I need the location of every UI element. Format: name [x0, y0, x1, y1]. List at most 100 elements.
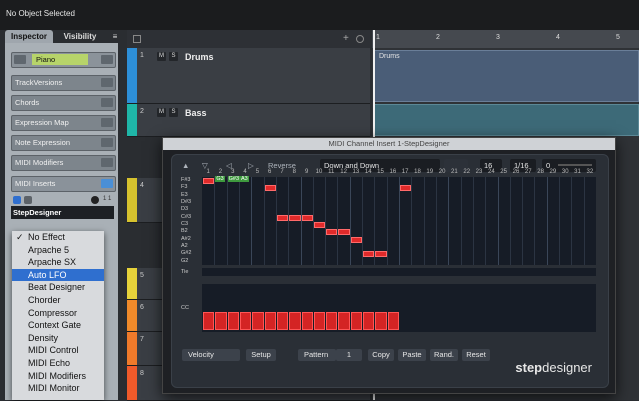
cc-bar[interactable]	[289, 311, 301, 330]
cc-bar[interactable]	[264, 311, 276, 330]
menu-item-no-effect[interactable]: ✓ No Effect	[12, 231, 104, 244]
menu-item-compressor[interactable]: Compressor	[12, 307, 104, 320]
edit-instrument-icon[interactable]	[101, 55, 113, 64]
midi-part-bass[interactable]	[374, 104, 639, 136]
controller-select[interactable]: Velocity	[182, 349, 240, 361]
cc-bar[interactable]	[276, 311, 289, 330]
paste-button[interactable]: Paste	[398, 349, 426, 361]
instrument-field[interactable]: Piano	[32, 54, 88, 65]
mute-button[interactable]: M	[157, 108, 166, 117]
section-icon[interactable]	[101, 98, 113, 107]
track-name[interactable]: Bass	[185, 108, 207, 118]
menu-item-midi-monitor[interactable]: MIDI Monitor	[12, 382, 104, 395]
cc-bar[interactable]	[239, 311, 252, 330]
note-step[interactable]	[203, 178, 215, 184]
menu-item-midi-echo[interactable]: MIDI Echo	[12, 357, 104, 370]
instrument-row[interactable]: Piano	[11, 52, 116, 68]
cc-bar[interactable]	[215, 311, 227, 330]
bypass-icon[interactable]	[24, 196, 32, 204]
note-step[interactable]	[276, 214, 289, 221]
cc-bar[interactable]	[326, 311, 338, 330]
tie-row[interactable]	[202, 268, 596, 276]
cc-bar[interactable]	[203, 311, 215, 330]
track-row[interactable]: 1 M S Drums	[127, 48, 370, 104]
random-button[interactable]: Rand.	[430, 349, 458, 361]
cc-bar[interactable]	[313, 311, 326, 330]
insert-icon[interactable]	[101, 179, 113, 188]
note-step[interactable]	[350, 236, 363, 243]
section-note-expression[interactable]: Note Expression	[11, 135, 116, 151]
ruler-tick: 5	[616, 34, 620, 41]
grid-line	[460, 177, 462, 265]
search-icon[interactable]	[356, 35, 364, 43]
grid-line	[534, 177, 536, 265]
section-midi-inserts[interactable]: MIDI Inserts	[11, 176, 116, 192]
section-expression-map[interactable]: Expression Map	[11, 115, 116, 131]
insert-slot[interactable]: StepDesigner	[11, 206, 114, 219]
grid-line	[472, 177, 474, 265]
menu-item-density[interactable]: Density	[12, 332, 104, 345]
section-midi-modifiers[interactable]: MIDI Modifiers	[11, 155, 116, 171]
grid-line	[386, 177, 388, 265]
left-arrow-icon[interactable]	[14, 55, 26, 64]
mute-button[interactable]: M	[157, 52, 166, 61]
menu-item-arpache-sx[interactable]: Arpache SX	[12, 256, 104, 269]
step-grid[interactable]: G3 G#3 A3	[202, 176, 596, 265]
step-number: 13	[352, 169, 360, 175]
add-track-icon[interactable]	[133, 35, 141, 43]
note-step[interactable]	[313, 222, 326, 228]
note-step[interactable]	[289, 214, 301, 221]
controller-lane[interactable]	[202, 284, 596, 332]
section-chords[interactable]: Chords	[11, 95, 116, 111]
section-icon[interactable]	[101, 138, 113, 147]
menu-item-auto-lfo[interactable]: Auto LFO	[12, 268, 104, 282]
step-number: 29	[549, 169, 557, 175]
note-step[interactable]	[301, 214, 313, 221]
reset-button[interactable]: Reset	[462, 349, 490, 361]
menu-item-beat-designer[interactable]: Beat Designer	[12, 281, 104, 294]
tab-menu-icon[interactable]: ≡	[109, 30, 121, 43]
section-icon[interactable]	[101, 158, 113, 167]
note-step[interactable]	[363, 251, 375, 258]
menu-item-midi-modifiers[interactable]: MIDI Modifiers	[12, 370, 104, 383]
power-icon[interactable]	[13, 196, 21, 204]
track-row[interactable]: 2 M S Bass	[127, 104, 370, 137]
swing-slider[interactable]	[558, 164, 592, 166]
grid-line	[349, 177, 351, 265]
step-number: 32	[586, 169, 594, 175]
menu-item-midi-control[interactable]: MIDI Control	[12, 344, 104, 357]
plus-icon[interactable]: +	[343, 33, 349, 44]
section-icon[interactable]	[101, 78, 113, 87]
tab-visibility[interactable]: Visibility	[55, 30, 105, 43]
menu-item-arpache-5[interactable]: Arpache 5	[12, 244, 104, 257]
window-title[interactable]: MIDI Channel Insert 1-StepDesigner	[163, 138, 615, 150]
tab-inspector[interactable]: Inspector	[5, 30, 53, 43]
note-step[interactable]	[264, 185, 276, 192]
track-name[interactable]: Drums	[185, 52, 214, 62]
cc-bar[interactable]	[387, 311, 399, 330]
note-step[interactable]	[375, 251, 387, 258]
cc-bar[interactable]	[338, 311, 350, 330]
solo-button[interactable]: S	[169, 52, 178, 61]
shift-up-button[interactable]: ▲	[182, 159, 189, 172]
cc-bar[interactable]	[301, 311, 313, 330]
cc-bar[interactable]	[252, 311, 264, 330]
note-step[interactable]	[326, 229, 338, 236]
cc-bar[interactable]	[363, 311, 375, 330]
note-step[interactable]	[400, 185, 412, 192]
section-trackversions[interactable]: TrackVersions	[11, 75, 116, 91]
cc-bar[interactable]	[375, 311, 387, 330]
menu-item-context-gate[interactable]: Context Gate	[12, 319, 104, 332]
edit-icon[interactable]	[91, 196, 99, 204]
midi-part-drums[interactable]: Drums	[374, 50, 639, 102]
setup-button[interactable]: Setup	[246, 349, 276, 361]
pattern-number[interactable]: 1	[336, 349, 362, 361]
cc-bar[interactable]	[227, 311, 239, 330]
cc-bar[interactable]	[350, 311, 363, 330]
timeline-ruler[interactable]: 1 2 3 4 5	[372, 30, 639, 48]
section-icon[interactable]	[101, 118, 113, 127]
solo-button[interactable]: S	[169, 108, 178, 117]
menu-item-chorder[interactable]: Chorder	[12, 294, 104, 307]
copy-button[interactable]: Copy	[368, 349, 394, 361]
note-step[interactable]	[338, 229, 350, 236]
